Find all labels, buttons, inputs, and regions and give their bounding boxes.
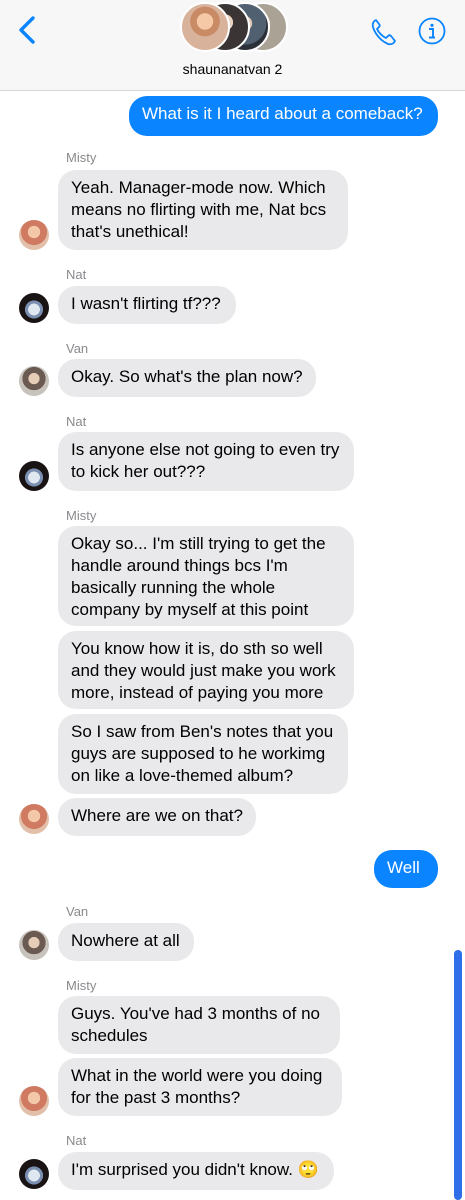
incoming-message[interactable]: Yeah. Manager-mode now. Which means no f…	[58, 170, 348, 250]
sender-name: Misty	[66, 150, 97, 165]
call-button[interactable]	[370, 17, 398, 47]
incoming-message[interactable]: So I saw from Ben's notes that you guys …	[58, 714, 348, 794]
back-button[interactable]	[14, 14, 40, 46]
sender-name: Nat	[66, 1133, 87, 1148]
avatar-misty[interactable]	[19, 804, 49, 834]
sender-name: Van	[66, 904, 89, 919]
outgoing-message[interactable]: What is it I heard about a comeback?	[129, 96, 438, 136]
avatar-van[interactable]	[19, 366, 49, 396]
avatar-nat[interactable]	[19, 293, 49, 323]
group-name[interactable]: shaunanatvan 2	[0, 61, 465, 77]
incoming-message[interactable]: You know how it is, do sth so well and t…	[58, 631, 354, 709]
sender-name: Misty	[66, 978, 97, 993]
avatar-misty[interactable]	[19, 220, 49, 250]
incoming-message[interactable]: What in the world were you doing for the…	[58, 1058, 342, 1116]
incoming-message[interactable]: Where are we on that?	[58, 798, 256, 836]
conversation-header: shaunanatvan 2	[0, 0, 465, 91]
sender-name: Nat	[66, 414, 87, 429]
incoming-message[interactable]: I wasn't flirting tf???	[58, 286, 236, 324]
avatar-van[interactable]	[19, 930, 49, 960]
info-icon	[418, 17, 446, 45]
chevron-left-icon	[19, 16, 35, 44]
incoming-message[interactable]: Okay. So what's the plan now?	[58, 359, 316, 397]
group-avatar	[180, 2, 230, 52]
incoming-message[interactable]: Nowhere at all	[58, 923, 194, 961]
scrollbar[interactable]	[454, 950, 462, 1200]
group-avatars[interactable]	[180, 2, 290, 54]
outgoing-message[interactable]: Well	[374, 850, 438, 888]
phone-icon	[371, 19, 396, 46]
sender-name: Misty	[66, 508, 97, 523]
incoming-message[interactable]: Is anyone else not going to even try to …	[58, 432, 354, 491]
incoming-message[interactable]: Okay so... I'm still trying to get the h…	[58, 526, 354, 626]
avatar-nat[interactable]	[19, 461, 49, 491]
avatar-misty[interactable]	[19, 1086, 49, 1116]
sender-name: Van	[66, 341, 89, 356]
incoming-message[interactable]: Guys. You've had 3 months of no schedule…	[58, 996, 340, 1054]
sender-name: Nat	[66, 267, 87, 282]
info-button[interactable]	[418, 17, 446, 45]
avatar-nat[interactable]	[19, 1159, 49, 1189]
incoming-message[interactable]: I'm surprised you didn't know. 🙄	[58, 1152, 334, 1190]
